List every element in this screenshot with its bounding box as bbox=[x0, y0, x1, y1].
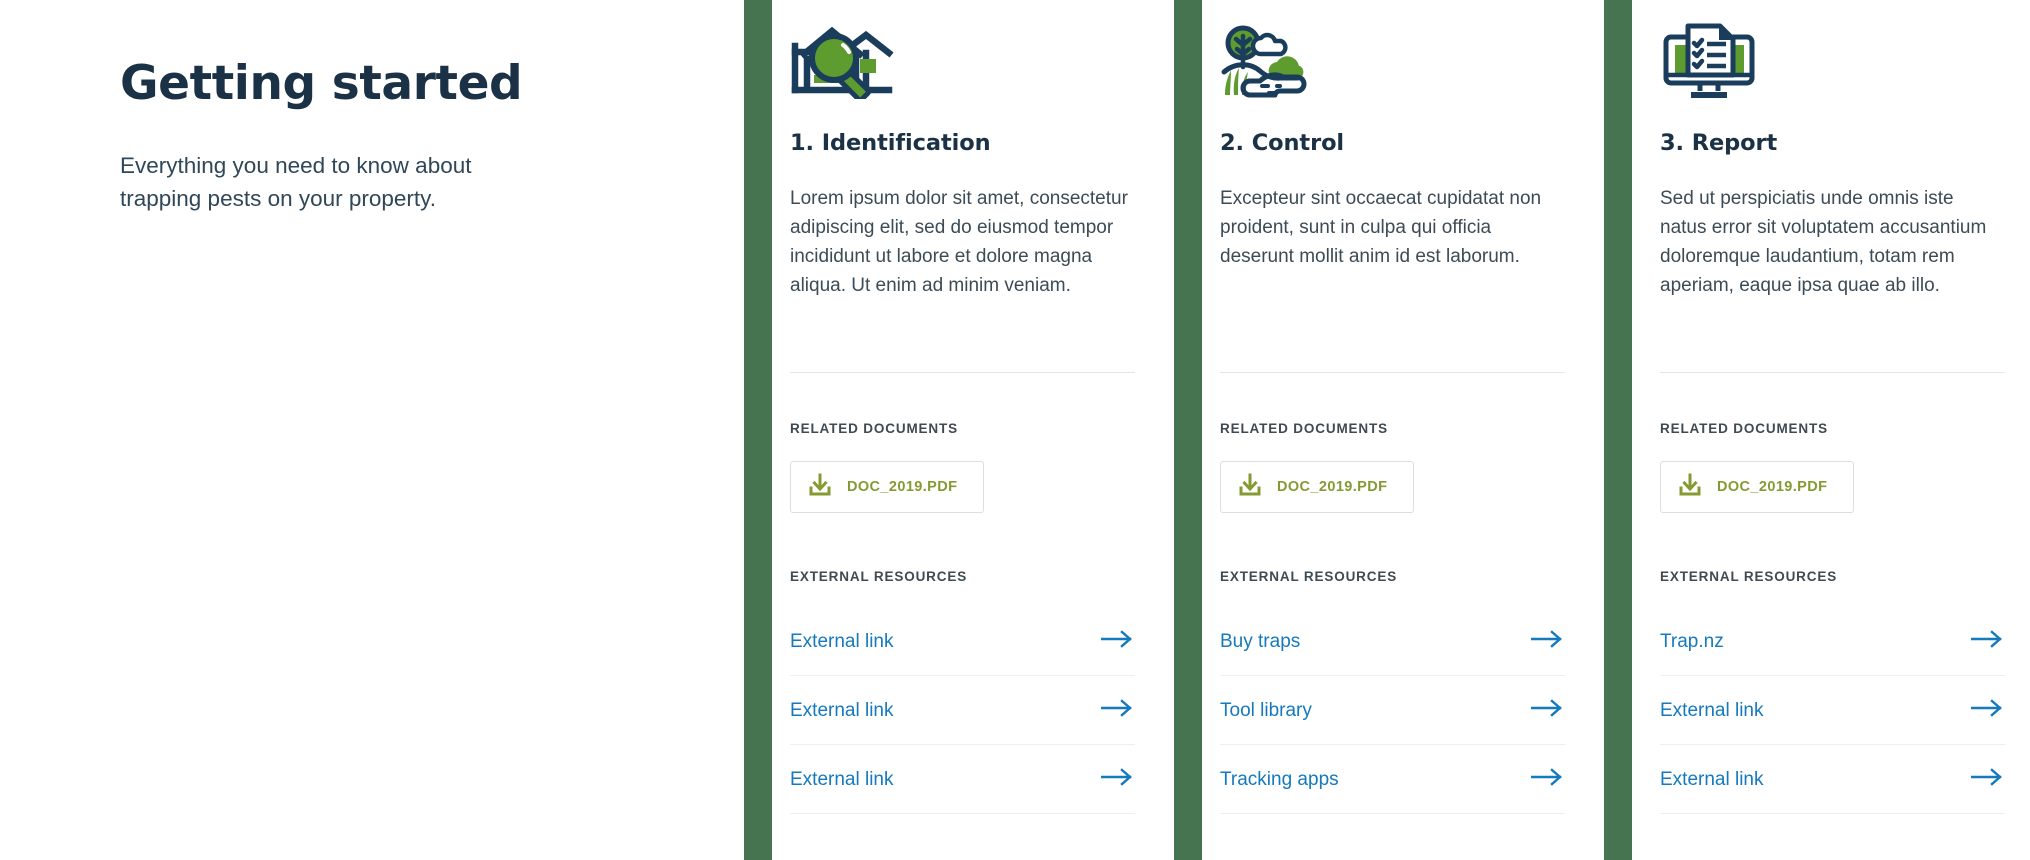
arrow-right-icon bbox=[1100, 698, 1133, 722]
document-download-button[interactable]: DOC_2019.PDF bbox=[1220, 461, 1415, 513]
card-2-body: 2. Control Excepteur sint occaecat cupid… bbox=[1220, 130, 1565, 272]
arrow-right-icon bbox=[1530, 698, 1563, 722]
external-link-label: External link bbox=[790, 699, 894, 721]
landscape-nature-icon bbox=[1220, 22, 1320, 100]
external-link-row[interactable]: Trap.nz bbox=[1660, 607, 2005, 676]
external-link-label: Buy traps bbox=[1220, 630, 1301, 652]
card-identification: 1. Identification Lorem ipsum dolor sit … bbox=[790, 0, 1135, 860]
card-1-body: 1. Identification Lorem ipsum dolor sit … bbox=[790, 130, 1135, 301]
external-resources-label: EXTERNAL RESOURCES bbox=[1220, 569, 1398, 584]
arrow-right-icon bbox=[1100, 629, 1133, 653]
arrow-right-icon bbox=[1970, 767, 2003, 791]
card-divider bbox=[1220, 372, 1565, 373]
arrow-right-icon bbox=[1530, 767, 1563, 791]
external-link-label: External link bbox=[1660, 768, 1764, 790]
card-columns: 1. Identification Lorem ipsum dolor sit … bbox=[0, 0, 2030, 860]
card-divider bbox=[790, 372, 1135, 373]
document-filename: DOC_2019.PDF bbox=[847, 479, 958, 495]
card-title: 1. Identification bbox=[790, 130, 991, 156]
external-link-row[interactable]: Buy traps bbox=[1220, 607, 1565, 676]
external-link-label: Tool library bbox=[1220, 699, 1312, 721]
external-resources-label: EXTERNAL RESOURCES bbox=[1660, 569, 1838, 584]
download-icon bbox=[807, 472, 833, 503]
getting-started-page: Getting started Everything you need to k… bbox=[0, 0, 2030, 860]
card-report: 3. Report Sed ut perspiciatis unde omnis… bbox=[1660, 0, 2005, 860]
related-documents-label: RELATED DOCUMENTS bbox=[1660, 421, 1828, 436]
house-magnifier-icon bbox=[790, 22, 894, 100]
document-filename: DOC_2019.PDF bbox=[1277, 479, 1388, 495]
external-resources-label: EXTERNAL RESOURCES bbox=[790, 569, 968, 584]
download-icon bbox=[1237, 472, 1263, 503]
external-link-row[interactable]: External link bbox=[1660, 745, 2005, 814]
monitor-checklist-icon bbox=[1660, 22, 1758, 100]
external-links-list: External link External link External lin… bbox=[790, 607, 1135, 814]
external-link-row[interactable]: External link bbox=[790, 607, 1135, 676]
external-link-label: External link bbox=[790, 630, 894, 652]
arrow-right-icon bbox=[1530, 629, 1563, 653]
card-description: Sed ut perspiciatis unde omnis iste natu… bbox=[1660, 188, 1987, 296]
card-title: 2. Control bbox=[1220, 130, 1345, 156]
external-link-row[interactable]: Tracking apps bbox=[1220, 745, 1565, 814]
external-link-row[interactable]: Tool library bbox=[1220, 676, 1565, 745]
card-control: 2. Control Excepteur sint occaecat cupid… bbox=[1220, 0, 1565, 860]
card-description: Lorem ipsum dolor sit amet, consectetur … bbox=[790, 188, 1128, 296]
card-title: 3. Report bbox=[1660, 130, 1778, 156]
external-link-row[interactable]: External link bbox=[1660, 676, 2005, 745]
external-links-list: Buy traps Tool library Tracking apps bbox=[1220, 607, 1565, 814]
arrow-right-icon bbox=[1970, 698, 2003, 722]
document-download-button[interactable]: DOC_2019.PDF bbox=[1660, 461, 1855, 513]
document-download-button[interactable]: DOC_2019.PDF bbox=[790, 461, 985, 513]
external-link-row[interactable]: External link bbox=[790, 676, 1135, 745]
external-links-list: Trap.nz External link External link bbox=[1660, 607, 2005, 814]
document-filename: DOC_2019.PDF bbox=[1717, 479, 1828, 495]
card-divider bbox=[1660, 372, 2005, 373]
external-link-label: Tracking apps bbox=[1220, 768, 1339, 790]
external-link-label: External link bbox=[790, 768, 894, 790]
related-documents-label: RELATED DOCUMENTS bbox=[790, 421, 958, 436]
card-description: Excepteur sint occaecat cupidatat non pr… bbox=[1220, 188, 1542, 267]
arrow-right-icon bbox=[1100, 767, 1133, 791]
external-link-label: External link bbox=[1660, 699, 1764, 721]
related-documents-label: RELATED DOCUMENTS bbox=[1220, 421, 1388, 436]
arrow-right-icon bbox=[1970, 629, 2003, 653]
card-3-body: 3. Report Sed ut perspiciatis unde omnis… bbox=[1660, 130, 2005, 301]
download-icon bbox=[1677, 472, 1703, 503]
external-link-row[interactable]: External link bbox=[790, 745, 1135, 814]
external-link-label: Trap.nz bbox=[1660, 630, 1724, 652]
